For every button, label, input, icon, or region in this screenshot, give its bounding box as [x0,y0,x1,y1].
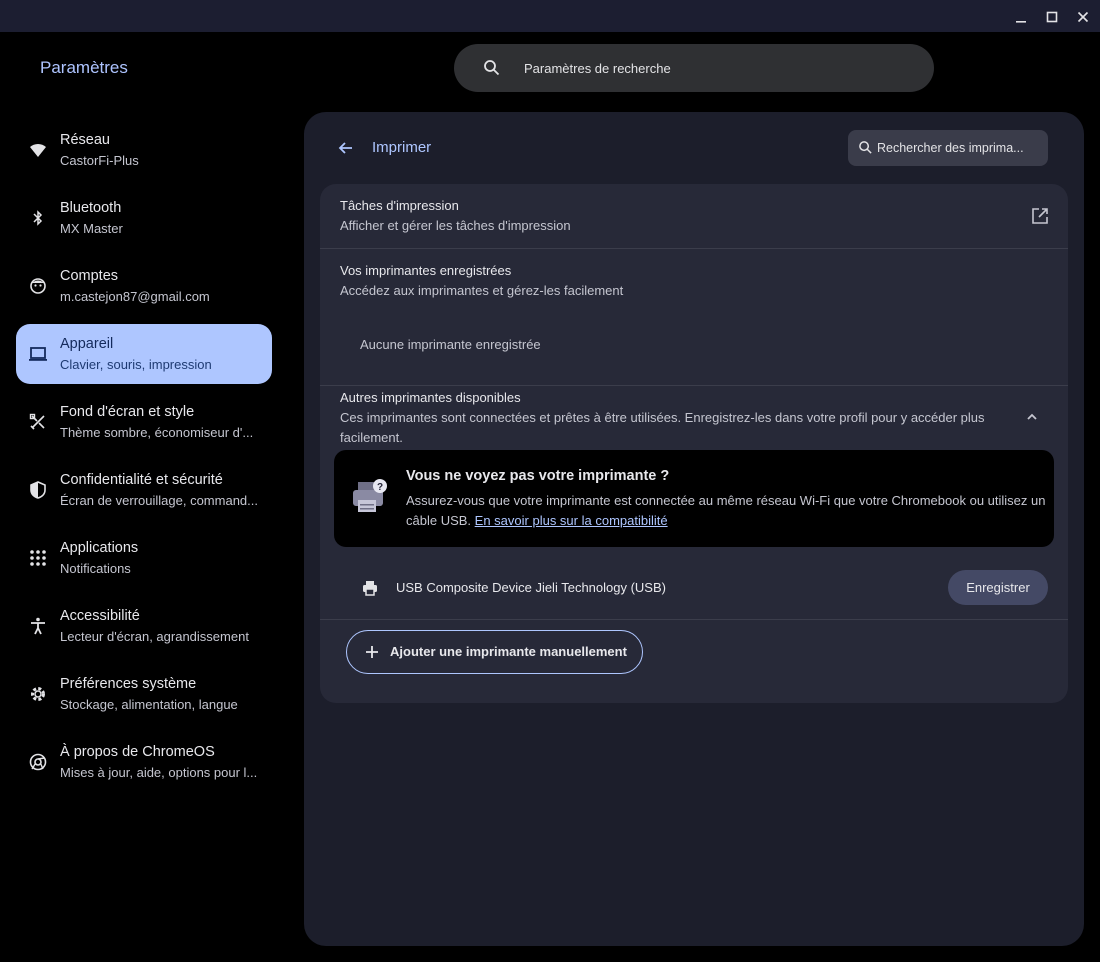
sidebar-item-label: Accessibilité [60,608,140,624]
sidebar-item-label: Fond d'écran et style [60,404,195,420]
minimize-button[interactable] [1010,6,1032,28]
sidebar-item-sub: Écran de verrouillage, command... [60,493,258,508]
apps-grid-icon [28,548,48,568]
account-icon [28,276,48,296]
add-printer-button[interactable]: Ajouter une imprimante manuellement [346,630,643,674]
other-printers-sub-cont: facilement. [340,430,403,445]
back-button[interactable] [336,138,356,158]
other-printers-sub: Ces imprimantes sont connectées et prête… [340,410,985,425]
laptop-icon [28,344,48,364]
printer-name: USB Composite Device Jieli Technology (U… [396,580,666,595]
sidebar-item-label: Confidentialité et sécurité [60,472,223,488]
plus-icon [364,644,380,660]
minimize-icon [1016,21,1026,23]
chrome-icon [28,752,48,772]
sidebar-item-a-propos[interactable]: À propos de ChromeOS Mises à jour, aide,… [16,732,272,792]
sidebar-item-label: Préférences système [60,676,197,692]
search-input[interactable] [524,44,904,92]
divider [320,619,1068,620]
callout-title: Vous ne voyez pas votre imprimante ? [406,468,670,484]
sidebar-item-sub: Stockage, alimentation, langue [60,697,238,712]
print-jobs-sub: Afficher et gérer les tâches d'impressio… [340,218,571,233]
sidebar-item-reseau[interactable]: Réseau CastorFi-Plus [16,120,272,180]
app-title: Paramètres [40,58,128,77]
callout-body: Assurez-vous que votre imprimante est co… [406,491,1046,531]
page-title: Imprimer [372,139,432,156]
printer-search-input[interactable] [877,130,1042,166]
maximize-button[interactable] [1041,6,1063,28]
shield-icon [28,480,48,500]
close-button[interactable] [1072,6,1094,28]
sidebar-item-applications[interactable]: Applications Notifications [16,528,272,588]
sidebar-item-sub: Thème sombre, économiseur d'... [60,425,254,440]
printer-help-icon: ? [350,478,390,523]
settings-search[interactable] [454,44,934,92]
sidebar-item-label: Réseau [60,132,110,148]
sidebar-item-label: Appareil [60,336,114,352]
maximize-icon [1046,11,1058,23]
accessibility-icon [28,616,48,636]
saved-printers-title: Vos imprimantes enregistrées [340,263,512,278]
open-external-icon[interactable] [1030,206,1050,226]
search-icon [858,140,873,160]
chevron-up-icon[interactable] [1024,409,1040,425]
sidebar-item-fond-ecran[interactable]: Fond d'écran et style Thème sombre, écon… [16,392,272,452]
sidebar-item-sub: m.castejon87@gmail.com [60,289,210,304]
print-jobs-title: Tâches d'impression [340,198,459,213]
printer-search[interactable] [848,130,1048,166]
printer-icon [360,578,380,598]
sidebar-item-confidentialite[interactable]: Confidentialité et sécurité Écran de ver… [16,460,272,520]
sidebar-item-sub: Lecteur d'écran, agrandissement [60,629,249,644]
title-bar [0,0,1100,32]
svg-text:?: ? [377,482,383,493]
gear-icon [28,684,48,704]
sidebar-item-sub: Notifications [60,561,131,576]
divider [320,385,1068,386]
sidebar-item-sub: Clavier, souris, impression [60,357,212,372]
sidebar-item-label: Applications [60,540,139,556]
bluetooth-icon [28,208,48,228]
other-printers-title: Autres imprimantes disponibles [340,390,521,405]
sidebar-item-label: Comptes [60,268,119,284]
sidebar-item-appareil[interactable]: Appareil Clavier, souris, impression [16,324,272,384]
add-printer-label: Ajouter une imprimante manuellement [390,644,627,659]
printer-help-callout: ? Vous ne voyez pas votre imprimante ? A… [334,450,1054,547]
saved-printers-empty: Aucune imprimante enregistrée [360,337,541,352]
wifi-icon [28,140,48,160]
register-printer-button[interactable]: Enregistrer [948,570,1048,605]
sidebar-item-bluetooth[interactable]: Bluetooth MX Master [16,188,272,248]
sidebar-item-sub: CastorFi-Plus [60,153,139,168]
sidebar-item-sub: MX Master [60,221,123,236]
divider [320,248,1068,249]
search-icon [482,58,502,83]
saved-printers-sub: Accédez aux imprimantes et gérez-les fac… [340,283,624,298]
sidebar-item-sub: Mises à jour, aide, options pour l... [60,765,258,780]
main-panel: Imprimer Tâches d'impression Afficher et… [304,112,1084,946]
compatibility-link[interactable]: En savoir plus sur la compatibilité [475,513,668,528]
palette-icon [28,412,48,432]
sidebar-item-label: Bluetooth [60,200,122,216]
sidebar-item-label: À propos de ChromeOS [60,744,215,760]
arrow-left-icon [338,142,352,154]
sidebar-item-comptes[interactable]: Comptes m.castejon87@gmail.com [16,256,272,316]
sidebar-item-preferences[interactable]: Préférences système Stockage, alimentati… [16,664,272,724]
printers-card: Tâches d'impression Afficher et gérer le… [320,184,1068,703]
sidebar-item-accessibilite[interactable]: Accessibilité Lecteur d'écran, agrandiss… [16,596,272,656]
close-icon [1077,11,1089,23]
